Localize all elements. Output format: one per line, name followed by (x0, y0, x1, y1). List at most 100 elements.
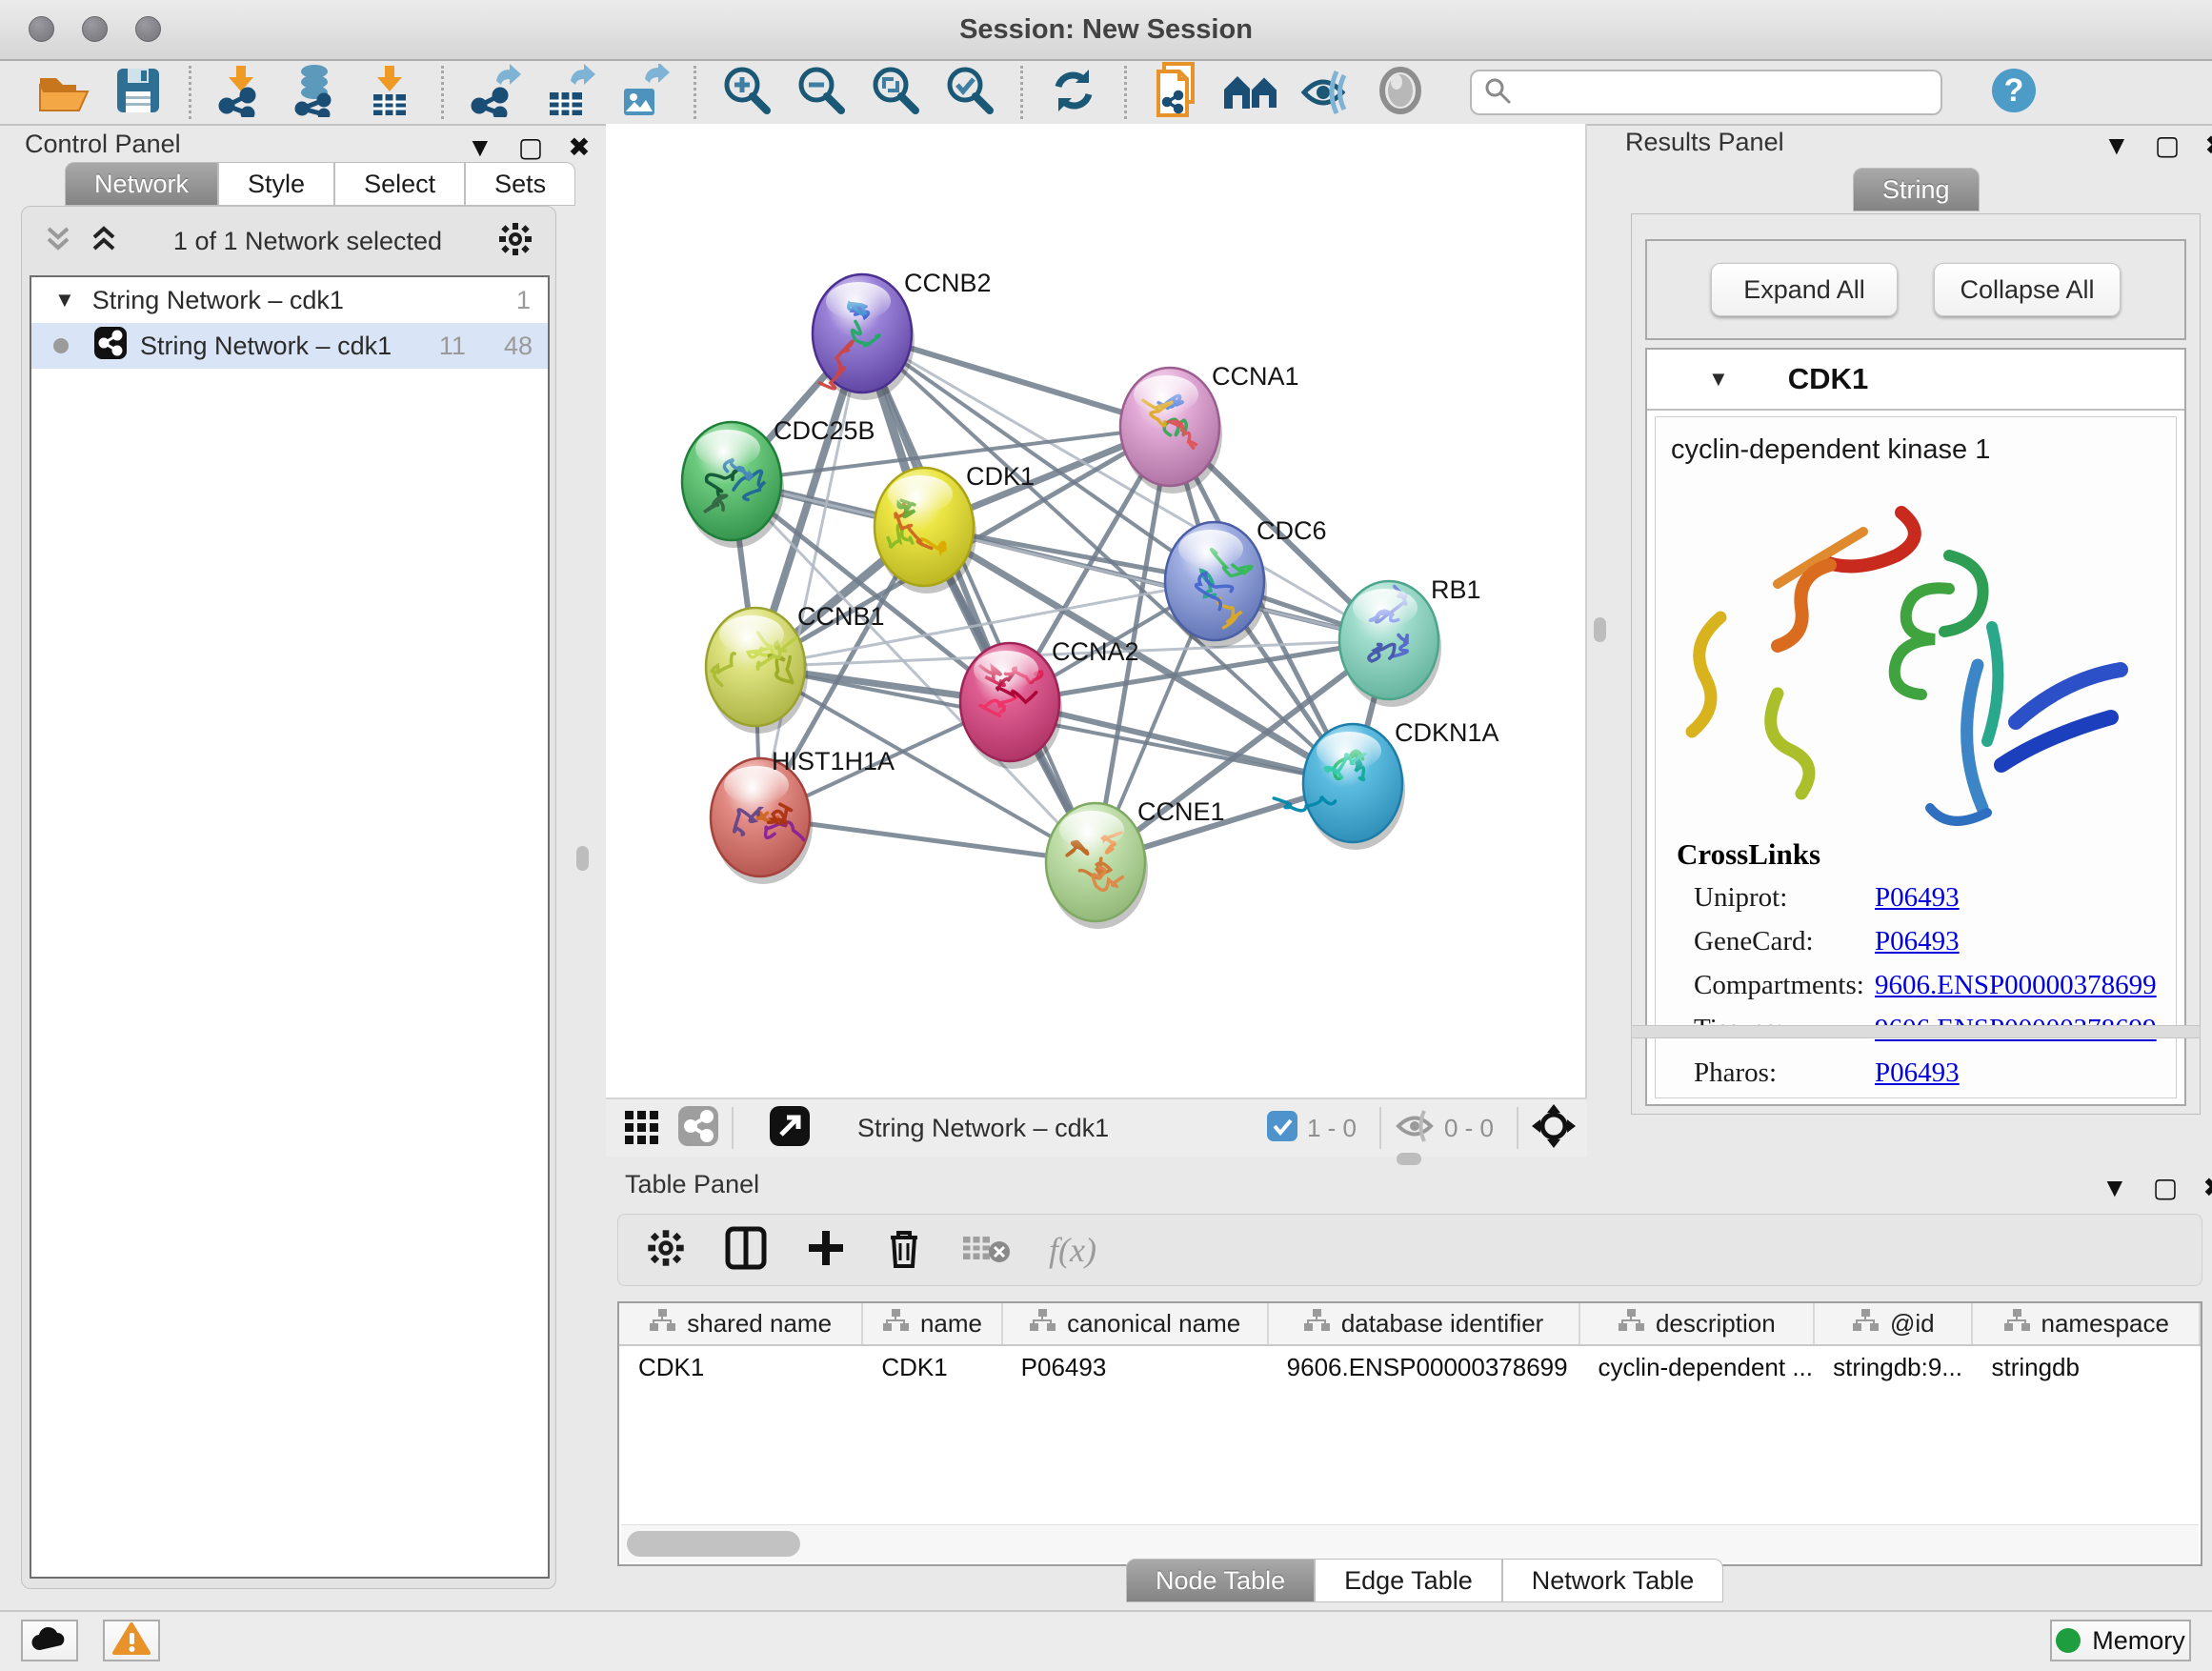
crosslink-link[interactable]: P06493 (1875, 924, 1960, 959)
table-cell[interactable]: CDK1 (619, 1345, 862, 1389)
zoom-in-button[interactable] (710, 65, 784, 120)
network-view-canvas[interactable]: CCNB2 CCNA1 CDC25BCDK1 CDC6RB1 CCNB1 CCNA2 CDK… (606, 124, 1587, 1097)
add-column-icon[interactable] (805, 1227, 847, 1274)
expand-all-networks-icon[interactable] (89, 223, 119, 260)
node-HIST1H1A[interactable]: HIST1H1A (711, 747, 895, 884)
network-share-icon[interactable] (678, 1106, 718, 1151)
import-network-file-button[interactable] (205, 65, 279, 120)
selected-checkbox-icon[interactable] (1267, 1111, 1297, 1146)
home-view-button[interactable] (1215, 65, 1289, 120)
save-session-button[interactable] (101, 65, 175, 120)
column-header--id[interactable]: @id (1814, 1303, 1972, 1345)
table-cell[interactable]: stringdb (1972, 1345, 2200, 1389)
control-panel-menu-icon[interactable]: ▼ (467, 132, 493, 163)
help-button[interactable]: ? (1977, 65, 2051, 120)
node-entry-header[interactable]: ▼ CDK1 (1647, 350, 2184, 411)
export-table-button[interactable] (532, 65, 606, 120)
tab-network-table[interactable]: Network Table (1502, 1559, 1724, 1602)
expand-all-button[interactable]: Expand All (1711, 263, 1898, 316)
sphere-view-button[interactable] (1363, 65, 1438, 120)
hidden-eye-slash-icon[interactable] (1395, 1109, 1435, 1148)
collapse-all-button[interactable]: Collapse All (1934, 263, 2121, 316)
memory-button[interactable]: Memory (2050, 1620, 2191, 1661)
string-network-graph[interactable]: CCNB2 CCNA1 CDC25BCDK1 CDC6RB1 CCNB1 CCNA2 CDK… (606, 124, 1587, 1097)
column-header-shared-name[interactable]: shared name (619, 1303, 862, 1345)
tab-sets[interactable]: Sets (465, 162, 575, 206)
column-header-database-identifier[interactable]: database identifier (1268, 1303, 1579, 1345)
table-cell[interactable]: P06493 (1002, 1345, 1268, 1389)
table-cell[interactable]: CDK1 (862, 1345, 1001, 1389)
node-CCNB2[interactable]: CCNB2 (813, 269, 992, 400)
birds-eye-view-icon[interactable] (1532, 1104, 1576, 1153)
search-field[interactable] (1470, 70, 1942, 115)
node-CCNB1[interactable]: CCNB1 (706, 602, 885, 734)
column-header-description[interactable]: description (1579, 1303, 1815, 1345)
results-panel-close-icon[interactable]: ✖ (2204, 130, 2212, 161)
node-RB1[interactable]: RB1 (1339, 575, 1481, 707)
tab-string[interactable]: String (1853, 168, 1980, 211)
column-header-namespace[interactable]: namespace (1972, 1303, 2200, 1345)
zoom-selected-button[interactable] (933, 65, 1007, 120)
left-divider-handle[interactable] (576, 846, 589, 871)
import-network-database-button[interactable] (279, 65, 353, 120)
table-panel-menu-icon[interactable]: ▼ (2101, 1173, 2128, 1203)
node-CCNA2[interactable]: CCNA2 (960, 637, 1139, 769)
crosslink-link[interactable]: P06493 (1875, 880, 1960, 916)
zoom-out-button[interactable] (784, 65, 858, 120)
network-row[interactable]: String Network – cdk1 11 48 (31, 323, 548, 369)
collection-expander-icon[interactable]: ▼ (54, 288, 75, 312)
results-panel-float-icon[interactable]: ▢ (2155, 130, 2180, 161)
warnings-button[interactable] (103, 1620, 160, 1661)
tab-edge-table[interactable]: Edge Table (1315, 1559, 1502, 1602)
export-image-button[interactable] (606, 65, 680, 120)
node-table[interactable]: shared namenamecanonical namedatabase id… (619, 1303, 2201, 1389)
minimize-window-button[interactable] (82, 16, 108, 42)
table-cell[interactable]: 9606.ENSP00000378699 (1268, 1345, 1579, 1389)
scrollbar-thumb[interactable] (627, 1531, 800, 1557)
network-options-gear-icon[interactable] (496, 220, 534, 263)
table-cell[interactable]: cyclin-dependent ... (1579, 1345, 1815, 1389)
column-header-name[interactable]: name (862, 1303, 1001, 1345)
node-CCNA1[interactable]: CCNA1 (1120, 362, 1299, 493)
tab-style[interactable]: Style (218, 162, 334, 206)
table-options-gear-icon[interactable] (645, 1227, 687, 1274)
zoom-fit-button[interactable] (858, 65, 933, 120)
tab-select[interactable]: Select (334, 162, 465, 206)
control-panel-float-icon[interactable]: ▢ (518, 131, 543, 163)
control-panel-close-icon[interactable]: ✖ (568, 131, 590, 163)
node-CDKN1A[interactable]: CDKN1A (1274, 718, 1498, 850)
search-input[interactable] (1512, 78, 1921, 108)
table-panel-close-icon[interactable]: ✖ (2202, 1172, 2212, 1203)
close-window-button[interactable] (29, 16, 54, 42)
import-table-file-button[interactable] (353, 65, 428, 120)
crosslink-link[interactable]: 9606.ENSP00000378699 (1875, 968, 2157, 1003)
network-collection-row[interactable]: ▼ String Network – cdk1 1 (31, 277, 548, 323)
crosslink-link[interactable]: P06493 (1875, 1056, 1960, 1091)
hide-unhide-button[interactable] (1289, 65, 1363, 120)
node-CCNE1[interactable]: CCNE1 (1046, 797, 1225, 929)
grid-view-icon[interactable] (623, 1107, 661, 1150)
automation-cloud-button[interactable] (21, 1620, 78, 1661)
column-header-canonical-name[interactable]: canonical name (1002, 1303, 1268, 1345)
node-CDC6[interactable]: CDC6 (1165, 516, 1327, 648)
open-in-new-window-icon[interactable] (770, 1106, 810, 1151)
table-panel-float-icon[interactable]: ▢ (2153, 1172, 2178, 1203)
show-columns-icon[interactable] (725, 1226, 767, 1275)
right-divider-handle[interactable] (1594, 617, 1606, 642)
results-scrollbar[interactable] (1631, 1025, 2201, 1038)
zoom-window-button[interactable] (135, 16, 161, 42)
tab-network[interactable]: Network (65, 162, 218, 206)
node-CDK1[interactable]: CDK1 (875, 462, 1035, 594)
collapse-all-networks-icon[interactable] (43, 223, 73, 260)
refresh-button[interactable] (1036, 65, 1111, 120)
table-cell[interactable]: stringdb:9... (1814, 1345, 1972, 1389)
results-panel-menu-icon[interactable]: ▼ (2103, 131, 2130, 161)
delete-table-icon[interactable] (961, 1231, 1011, 1270)
table-horizontal-scrollbar[interactable] (621, 1524, 2199, 1562)
bottom-divider-handle[interactable] (1397, 1153, 1421, 1165)
table-row[interactable]: CDK1CDK1P064939606.ENSP00000378699cyclin… (619, 1345, 2200, 1389)
stringify-button[interactable] (1140, 65, 1215, 120)
export-network-button[interactable] (457, 65, 532, 120)
node-CDC25B[interactable]: CDC25B (682, 416, 875, 548)
tab-node-table[interactable]: Node Table (1126, 1559, 1315, 1602)
